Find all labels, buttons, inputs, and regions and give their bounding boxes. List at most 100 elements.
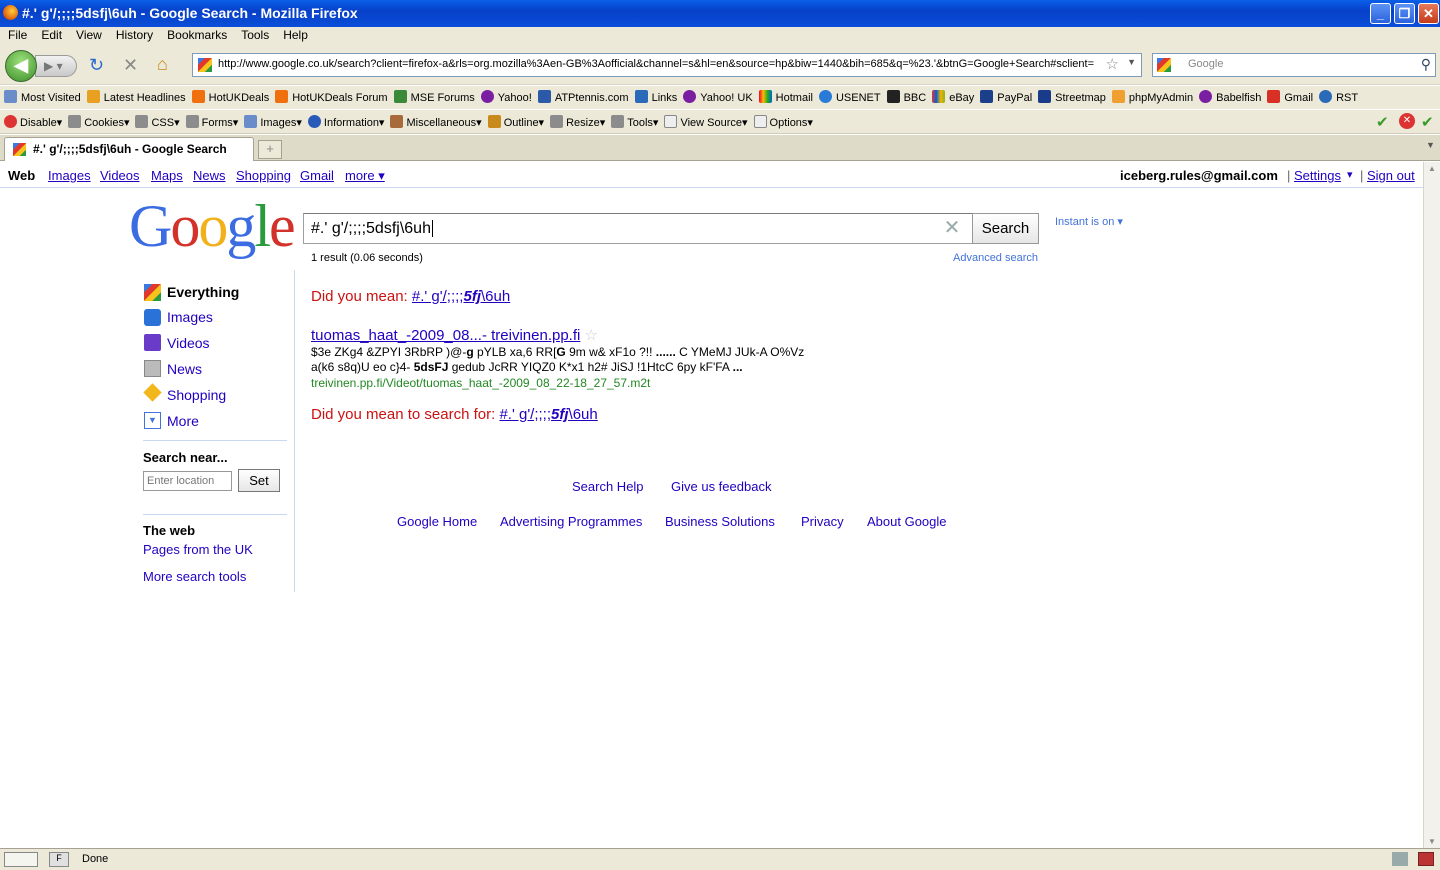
tools-menu[interactable]: Tools▾ <box>611 115 658 129</box>
check-green-icon[interactable]: ✔ <box>1376 113 1389 131</box>
stop-icon[interactable]: ✕ <box>123 55 138 75</box>
result-title-link[interactable]: tuomas_haat_-2009_08...- treivinen.pp.fi <box>311 327 580 344</box>
bookmark-item[interactable]: Latest Headlines <box>86 90 186 104</box>
tray-icon[interactable] <box>1392 852 1408 866</box>
miscellaneous-menu[interactable]: Miscellaneous▾ <box>390 115 482 129</box>
about-google-link[interactable]: About Google <box>867 514 947 529</box>
new-tab-button[interactable]: + <box>258 140 282 159</box>
nav-videos[interactable]: Videos <box>167 335 210 351</box>
cookies-menu[interactable]: Cookies▾ <box>68 115 129 129</box>
bookmark-item[interactable]: Gmail <box>1267 90 1313 104</box>
did-you-mean-link[interactable]: #.' g'/;;;;5fj\6uh <box>412 288 510 305</box>
forward-button[interactable]: ▶ ▾ <box>35 55 77 77</box>
bookmark-item[interactable]: Hotmail <box>758 90 813 104</box>
scroll-down-icon[interactable]: ▼ <box>1428 837 1436 846</box>
menu-view[interactable]: View <box>68 27 108 42</box>
bookmark-item[interactable]: HotUKDeals <box>191 90 269 104</box>
gbar-settings[interactable]: Settings <box>1294 168 1341 183</box>
business-link[interactable]: Business Solutions <box>665 514 775 529</box>
nav-images[interactable]: Images <box>167 309 213 325</box>
menu-help[interactable]: Help <box>275 27 314 42</box>
disable-menu[interactable]: Disable▾ <box>4 115 62 129</box>
bookmark-item[interactable]: Links <box>634 90 677 104</box>
back-button[interactable]: ◀ <box>5 50 37 82</box>
tab-list-icon[interactable]: ▼ <box>1426 140 1435 150</box>
gbar-videos[interactable]: Videos <box>100 168 140 183</box>
search-button[interactable]: Search <box>972 213 1039 244</box>
reload-icon[interactable]: ↻ <box>89 55 104 75</box>
menu-edit[interactable]: Edit <box>33 27 68 42</box>
gbar-gmail[interactable]: Gmail <box>300 168 334 183</box>
privacy-link[interactable]: Privacy <box>801 514 844 529</box>
gbar-signout[interactable]: Sign out <box>1367 168 1415 183</box>
bookmark-item[interactable]: Yahoo! <box>480 90 532 104</box>
forms-menu[interactable]: Forms▾ <box>185 115 238 129</box>
vertical-scrollbar[interactable]: ▲ ▼ <box>1423 162 1440 848</box>
instant-toggle[interactable]: Instant is on ▾ <box>1055 215 1123 228</box>
advanced-search-link[interactable]: Advanced search <box>953 252 1038 264</box>
error-icon[interactable]: ✕ <box>1399 113 1415 129</box>
more-search-tools-link[interactable]: More search tools <box>143 569 246 584</box>
menu-history[interactable]: History <box>108 27 159 42</box>
search-help-link[interactable]: Search Help <box>572 479 644 494</box>
url-bar[interactable]: http://www.google.co.uk/search?client=fi… <box>192 53 1142 77</box>
options-menu[interactable]: Options▾ <box>753 115 813 129</box>
scroll-up-icon[interactable]: ▲ <box>1428 164 1436 173</box>
bookmark-item[interactable]: PayPal <box>980 90 1032 104</box>
bookmark-item[interactable]: Babelfish <box>1199 90 1261 104</box>
minimize-button[interactable]: _ <box>1370 3 1391 24</box>
bookmark-item[interactable]: HotUKDeals Forum <box>275 90 388 104</box>
menu-bookmarks[interactable]: Bookmarks <box>159 27 233 42</box>
feedback-link[interactable]: Give us feedback <box>671 479 771 494</box>
bookmark-item[interactable]: USENET <box>818 90 881 104</box>
menu-file[interactable]: File <box>0 27 33 42</box>
browser-search-box[interactable]: Google ⚲ <box>1152 53 1436 77</box>
information-menu[interactable]: Information▾ <box>307 115 384 129</box>
google-home-link[interactable]: Google Home <box>397 514 477 529</box>
close-window-button[interactable]: ✕ <box>1418 3 1439 24</box>
gbar-maps[interactable]: Maps <box>151 168 183 183</box>
bookmark-item[interactable]: eBay <box>932 90 974 104</box>
web-developer-status-icon[interactable] <box>4 852 38 867</box>
url-dropdown-icon[interactable]: ▼ <box>1127 57 1136 67</box>
set-location-button[interactable]: Set <box>238 469 280 492</box>
images-menu[interactable]: Images▾ <box>244 115 302 129</box>
clear-icon[interactable]: ✕ <box>942 218 962 238</box>
bookmark-item[interactable]: phpMyAdmin <box>1111 90 1193 104</box>
check-green-icon[interactable]: ✔ <box>1421 113 1434 131</box>
advertising-link[interactable]: Advertising Programmes <box>500 514 642 529</box>
bookmark-item[interactable]: BBC <box>886 90 926 104</box>
nav-shopping[interactable]: Shopping <box>167 387 226 403</box>
location-input[interactable]: Enter location <box>143 471 232 491</box>
bookmark-star-icon[interactable]: ☆ <box>1106 55 1119 73</box>
gbar-shopping[interactable]: Shopping <box>236 168 291 183</box>
restore-button[interactable]: ❐ <box>1394 3 1415 24</box>
search-icon[interactable]: ⚲ <box>1421 56 1431 73</box>
pages-from-uk-link[interactable]: Pages from the UK <box>143 542 253 557</box>
nav-more[interactable]: More <box>167 413 199 429</box>
settings-arrow-icon[interactable]: ▾ <box>1347 168 1353 181</box>
resize-menu[interactable]: Resize▾ <box>550 115 605 129</box>
search-input[interactable]: #.' g'/;;;;5dsfj\6uh <box>303 213 973 244</box>
home-icon[interactable]: ⌂ <box>157 54 168 74</box>
bookmark-item[interactable]: Yahoo! UK <box>683 90 753 104</box>
bookmark-item[interactable]: Streetmap <box>1038 90 1106 104</box>
bookmark-item[interactable]: RST <box>1319 90 1358 104</box>
addon-status-icon[interactable] <box>1418 852 1434 866</box>
tab-google-search[interactable]: #.' g'/;;;;5dsfj\6uh - Google Search <box>4 137 254 161</box>
bookmark-item[interactable]: MSE Forums <box>393 90 475 104</box>
gbar-news[interactable]: News <box>193 168 226 183</box>
outline-menu[interactable]: Outline▾ <box>487 115 544 129</box>
did-you-mean-search-link[interactable]: #.' g'/;;;;5fj\6uh <box>499 406 597 423</box>
google-logo[interactable]: Google <box>129 196 296 256</box>
menu-tools[interactable]: Tools <box>233 27 275 42</box>
gbar-images[interactable]: Images <box>48 168 91 183</box>
firebug-icon[interactable]: F <box>49 852 69 867</box>
search-engine-icon[interactable] <box>1157 58 1171 72</box>
gbar-more[interactable]: more ▾ <box>345 168 385 184</box>
css-menu[interactable]: CSS▾ <box>135 115 180 129</box>
nav-news[interactable]: News <box>167 361 202 377</box>
bookmark-item[interactable]: Most Visited <box>4 90 81 104</box>
star-icon[interactable]: ☆ <box>585 327 598 344</box>
view-source-menu[interactable]: View Source▾ <box>664 115 748 129</box>
